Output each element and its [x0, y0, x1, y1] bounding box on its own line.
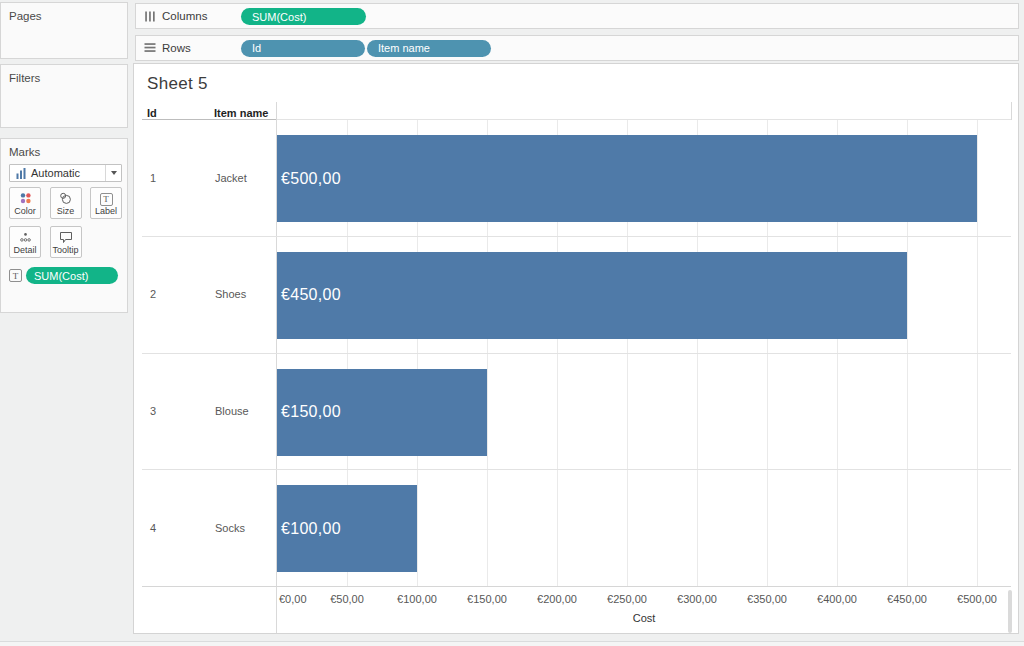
- tableau-window: Pages Filters Marks Automatic Color Size…: [0, 0, 1024, 646]
- pane-right-tick: [1011, 102, 1012, 120]
- mark-type-dropdown[interactable]: Automatic: [9, 164, 122, 182]
- rows-pill-id[interactable]: Id: [241, 40, 365, 57]
- columns-pill-sum-cost[interactable]: SUM(Cost): [241, 8, 366, 25]
- row-id-label: 1: [150, 172, 156, 184]
- bar[interactable]: €150,00: [277, 369, 487, 456]
- x-tick-label: €150,00: [467, 593, 507, 605]
- row-item-label: Blouse: [215, 405, 249, 417]
- size-button[interactable]: Size: [50, 187, 82, 219]
- detail-icon: [10, 231, 40, 244]
- x-tick-label: €450,00: [887, 593, 927, 605]
- bar-value-label: €100,00: [277, 520, 341, 538]
- col-header-item-name[interactable]: Item name: [214, 107, 268, 119]
- label-icon: T: [91, 193, 121, 206]
- label-button[interactable]: T Label: [90, 187, 122, 219]
- color-button[interactable]: Color: [9, 187, 41, 219]
- tooltip-button[interactable]: Tooltip: [50, 226, 82, 258]
- x-tick-label: €250,00: [607, 593, 647, 605]
- rows-shelf[interactable]: Rows Id Item name: [135, 35, 1019, 61]
- bar-value-label: €500,00: [277, 170, 341, 188]
- rows-icon: [144, 42, 156, 53]
- vertical-scrollbar-thumb[interactable]: [1008, 590, 1012, 633]
- row-id-label: 2: [150, 288, 156, 300]
- x-tick-label: €0,00: [279, 593, 307, 605]
- row-item-label: Shoes: [215, 288, 246, 300]
- bar-value-label: €150,00: [277, 403, 341, 421]
- row-separator: [142, 353, 1011, 354]
- x-tick-label: €500,00: [957, 593, 997, 605]
- marks-label: Marks: [1, 139, 127, 158]
- row-separator: [142, 469, 1011, 470]
- sheet-title: Sheet 5: [147, 74, 208, 94]
- x-axis-line: [142, 586, 1011, 587]
- row-item-label: Socks: [215, 522, 245, 534]
- pages-shelf[interactable]: Pages: [0, 2, 128, 59]
- row-separator: [142, 236, 1011, 237]
- marks-sum-cost-pill[interactable]: SUM(Cost): [26, 267, 118, 284]
- worksheet: Sheet 5 Id Item name Cost 1 Jacket €500,00…: [133, 63, 1019, 634]
- header-underline: [142, 119, 277, 120]
- pages-label: Pages: [1, 3, 127, 22]
- bar[interactable]: €450,00: [277, 252, 907, 339]
- size-icon: [51, 192, 81, 205]
- x-tick-label: €100,00: [397, 593, 437, 605]
- text-mark-icon: T: [9, 269, 22, 282]
- x-axis-title: Cost: [633, 612, 656, 624]
- color-icon: [10, 192, 40, 205]
- filters-label: Filters: [1, 65, 127, 84]
- x-tick-label: €300,00: [677, 593, 717, 605]
- status-bar: [0, 642, 1024, 646]
- x-tick-label: €400,00: [817, 593, 857, 605]
- columns-label: Columns: [162, 10, 207, 22]
- filters-shelf[interactable]: Filters: [0, 64, 128, 128]
- tooltip-icon: [51, 231, 81, 244]
- x-tick-label: €350,00: [747, 593, 787, 605]
- bar-chart-icon: [16, 168, 26, 179]
- marks-card: Marks Automatic Color Size T Label D: [0, 138, 128, 313]
- row-id-label: 3: [150, 405, 156, 417]
- columns-icon: [144, 11, 156, 22]
- dropdown-caret-icon[interactable]: [105, 165, 121, 181]
- col-header-id[interactable]: Id: [147, 107, 157, 119]
- pane-top-border: [277, 119, 1011, 120]
- row-id-label: 4: [150, 522, 156, 534]
- x-tick-label: €50,00: [330, 593, 364, 605]
- row-item-label: Jacket: [215, 172, 247, 184]
- bar-value-label: €450,00: [277, 286, 341, 304]
- columns-shelf[interactable]: Columns SUM(Cost): [135, 3, 1019, 29]
- marks-pill-row: T SUM(Cost): [9, 267, 118, 284]
- rows-label: Rows: [162, 42, 191, 54]
- bar[interactable]: €500,00: [277, 135, 977, 222]
- mark-type-value: Automatic: [31, 167, 80, 179]
- bar[interactable]: €100,00: [277, 485, 417, 572]
- rows-pill-item-name[interactable]: Item name: [367, 40, 491, 57]
- x-tick-label: €200,00: [537, 593, 577, 605]
- detail-button[interactable]: Detail: [9, 226, 41, 258]
